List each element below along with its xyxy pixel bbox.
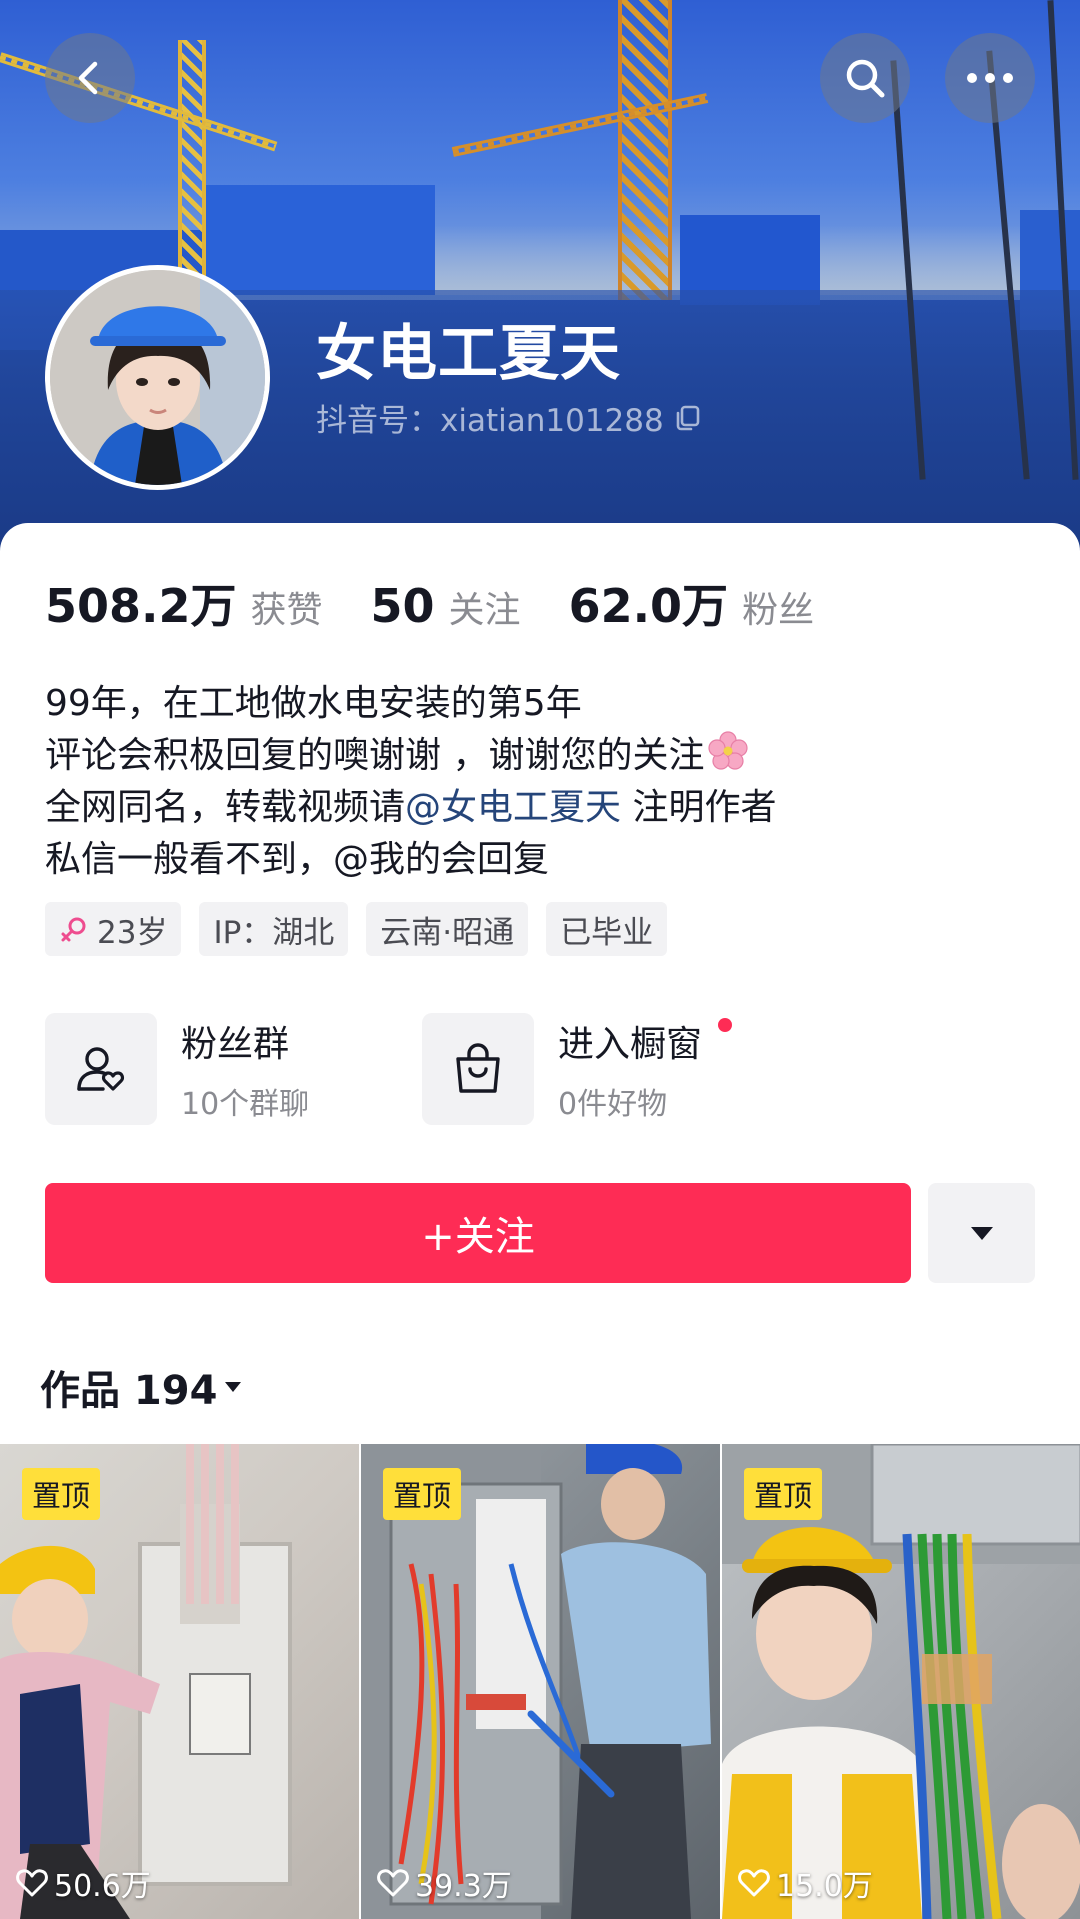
more-horizontal-icon	[967, 73, 1013, 83]
chevron-left-icon	[78, 61, 98, 95]
fan-group-text: 粉丝群 10个群聊	[181, 1015, 309, 1123]
tag-label: 已毕业	[560, 914, 654, 951]
pinned-badge: 置顶	[744, 1468, 823, 1520]
search-icon	[846, 59, 885, 98]
bio-line-with-mention: 全网同名，转载视频请@女电工夏天 注明作者	[45, 782, 1035, 834]
stat-following[interactable]: 50 关注	[371, 579, 521, 633]
douyin-id-text: 抖音号：xiatian101288	[316, 403, 664, 439]
search-button[interactable]	[820, 33, 910, 123]
tag-label: 23岁	[97, 914, 168, 951]
douyin-id[interactable]: 抖音号：xiatian101288	[316, 395, 702, 440]
bio-line: 私信一般看不到，@我的会回复	[45, 839, 550, 880]
video-likes-count: 15.0万	[776, 1869, 873, 1904]
fan-group-subtitle: 10个群聊	[181, 1087, 310, 1122]
heart-icon	[377, 1869, 409, 1897]
video-likes: 15.0万	[738, 1861, 873, 1905]
stat-followers[interactable]: 62.0万 粉丝	[569, 570, 815, 636]
shop-window-text: 进入橱窗 0件好物	[558, 1015, 702, 1123]
female-icon	[61, 917, 86, 942]
works-tab[interactable]: 作品 194	[40, 1358, 243, 1416]
pinned-badge: 置顶	[383, 1468, 462, 1520]
pinned-badge: 置顶	[22, 1468, 101, 1520]
stat-label: 获赞	[250, 590, 323, 631]
heart-icon	[16, 1869, 48, 1897]
bio-line-with-emoji: 评论会积极回复的噢谢谢 ，谢谢您的关注	[45, 730, 1035, 782]
tag-age: 23岁	[45, 902, 182, 956]
bio: 99年，在工地做水电安装的第5年 评论会积极回复的噢谢谢 ，谢谢您的关注 全网同…	[45, 678, 1035, 886]
follow-options-button[interactable]	[928, 1183, 1035, 1283]
video-tile[interactable]: 置顶 50.6万	[0, 1444, 359, 1919]
stat-likes[interactable]: 508.2万 获赞	[45, 570, 323, 636]
bio-line-text: 注明作者	[621, 787, 777, 828]
banner-crane-tower	[178, 40, 206, 280]
bio-line: 99年，在工地做水电安装的第5年	[45, 683, 582, 724]
fan-group-entry[interactable]: 粉丝群 10个群聊	[45, 1013, 309, 1125]
video-likes-count: 50.6万	[54, 1869, 151, 1904]
video-tile[interactable]: 置顶 39.3万	[361, 1444, 720, 1919]
cherry-blossom-icon	[708, 731, 749, 770]
username: 女电工夏天	[316, 319, 621, 389]
bio-line-text: 全网同名，转载视频请	[45, 787, 406, 828]
shop-window-entry[interactable]: 进入橱窗 0件好物	[422, 1013, 732, 1125]
avatar-portrait	[50, 270, 265, 485]
stat-value: 62.0万	[568, 579, 729, 633]
stat-value: 50	[370, 579, 435, 633]
back-button[interactable]	[45, 33, 135, 123]
video-likes-count: 39.3万	[415, 1869, 512, 1904]
more-button[interactable]	[945, 33, 1035, 123]
avatar[interactable]	[45, 265, 270, 490]
notification-dot	[718, 1018, 732, 1032]
stat-label: 粉丝	[742, 590, 815, 631]
fan-group-icon	[77, 1047, 125, 1091]
stat-label: 关注	[448, 590, 521, 631]
fan-group-icon-box	[45, 1013, 157, 1125]
shop-window-subtitle: 0件好物	[558, 1087, 668, 1122]
caret-down-icon	[970, 1227, 993, 1240]
profile-tags: 23岁 IP：湖北 云南·昭通 已毕业	[45, 902, 668, 956]
tag-label: IP：湖北	[213, 914, 335, 951]
tag-education: 已毕业	[546, 902, 668, 956]
fan-group-title: 粉丝群	[181, 1024, 290, 1065]
shop-window-icon-box	[422, 1013, 534, 1125]
tag-label: 云南·昭通	[380, 914, 515, 951]
stats-row: 508.2万 获赞 50 关注 62.0万 粉丝	[45, 570, 862, 633]
tag-location: 云南·昭通	[366, 902, 529, 956]
video-tile[interactable]: 置顶 15.0万	[722, 1444, 1080, 1919]
shopping-bag-icon	[456, 1043, 500, 1093]
bio-line-text: 评论会积极回复的噢谢谢 ，谢谢您的关注	[45, 735, 705, 776]
follow-button[interactable]: +关注	[45, 1183, 911, 1283]
video-likes: 50.6万	[16, 1861, 151, 1905]
copy-icon[interactable]	[674, 404, 702, 432]
tag-ip: IP：湖北	[199, 902, 349, 956]
works-title: 作品 194	[40, 1368, 218, 1414]
mention-link[interactable]: @女电工夏天	[405, 787, 621, 828]
heart-icon	[738, 1869, 770, 1897]
caret-down-icon	[225, 1382, 242, 1392]
video-grid: 置顶 50.6万 置顶 39.3万 置顶 15.0万	[0, 1444, 1080, 1919]
banner-crane-tower	[618, 0, 672, 300]
banner-building	[205, 185, 435, 295]
shop-window-title: 进入橱窗	[558, 1024, 703, 1065]
stat-value: 508.2万	[45, 579, 237, 633]
video-likes: 39.3万	[377, 1861, 512, 1905]
